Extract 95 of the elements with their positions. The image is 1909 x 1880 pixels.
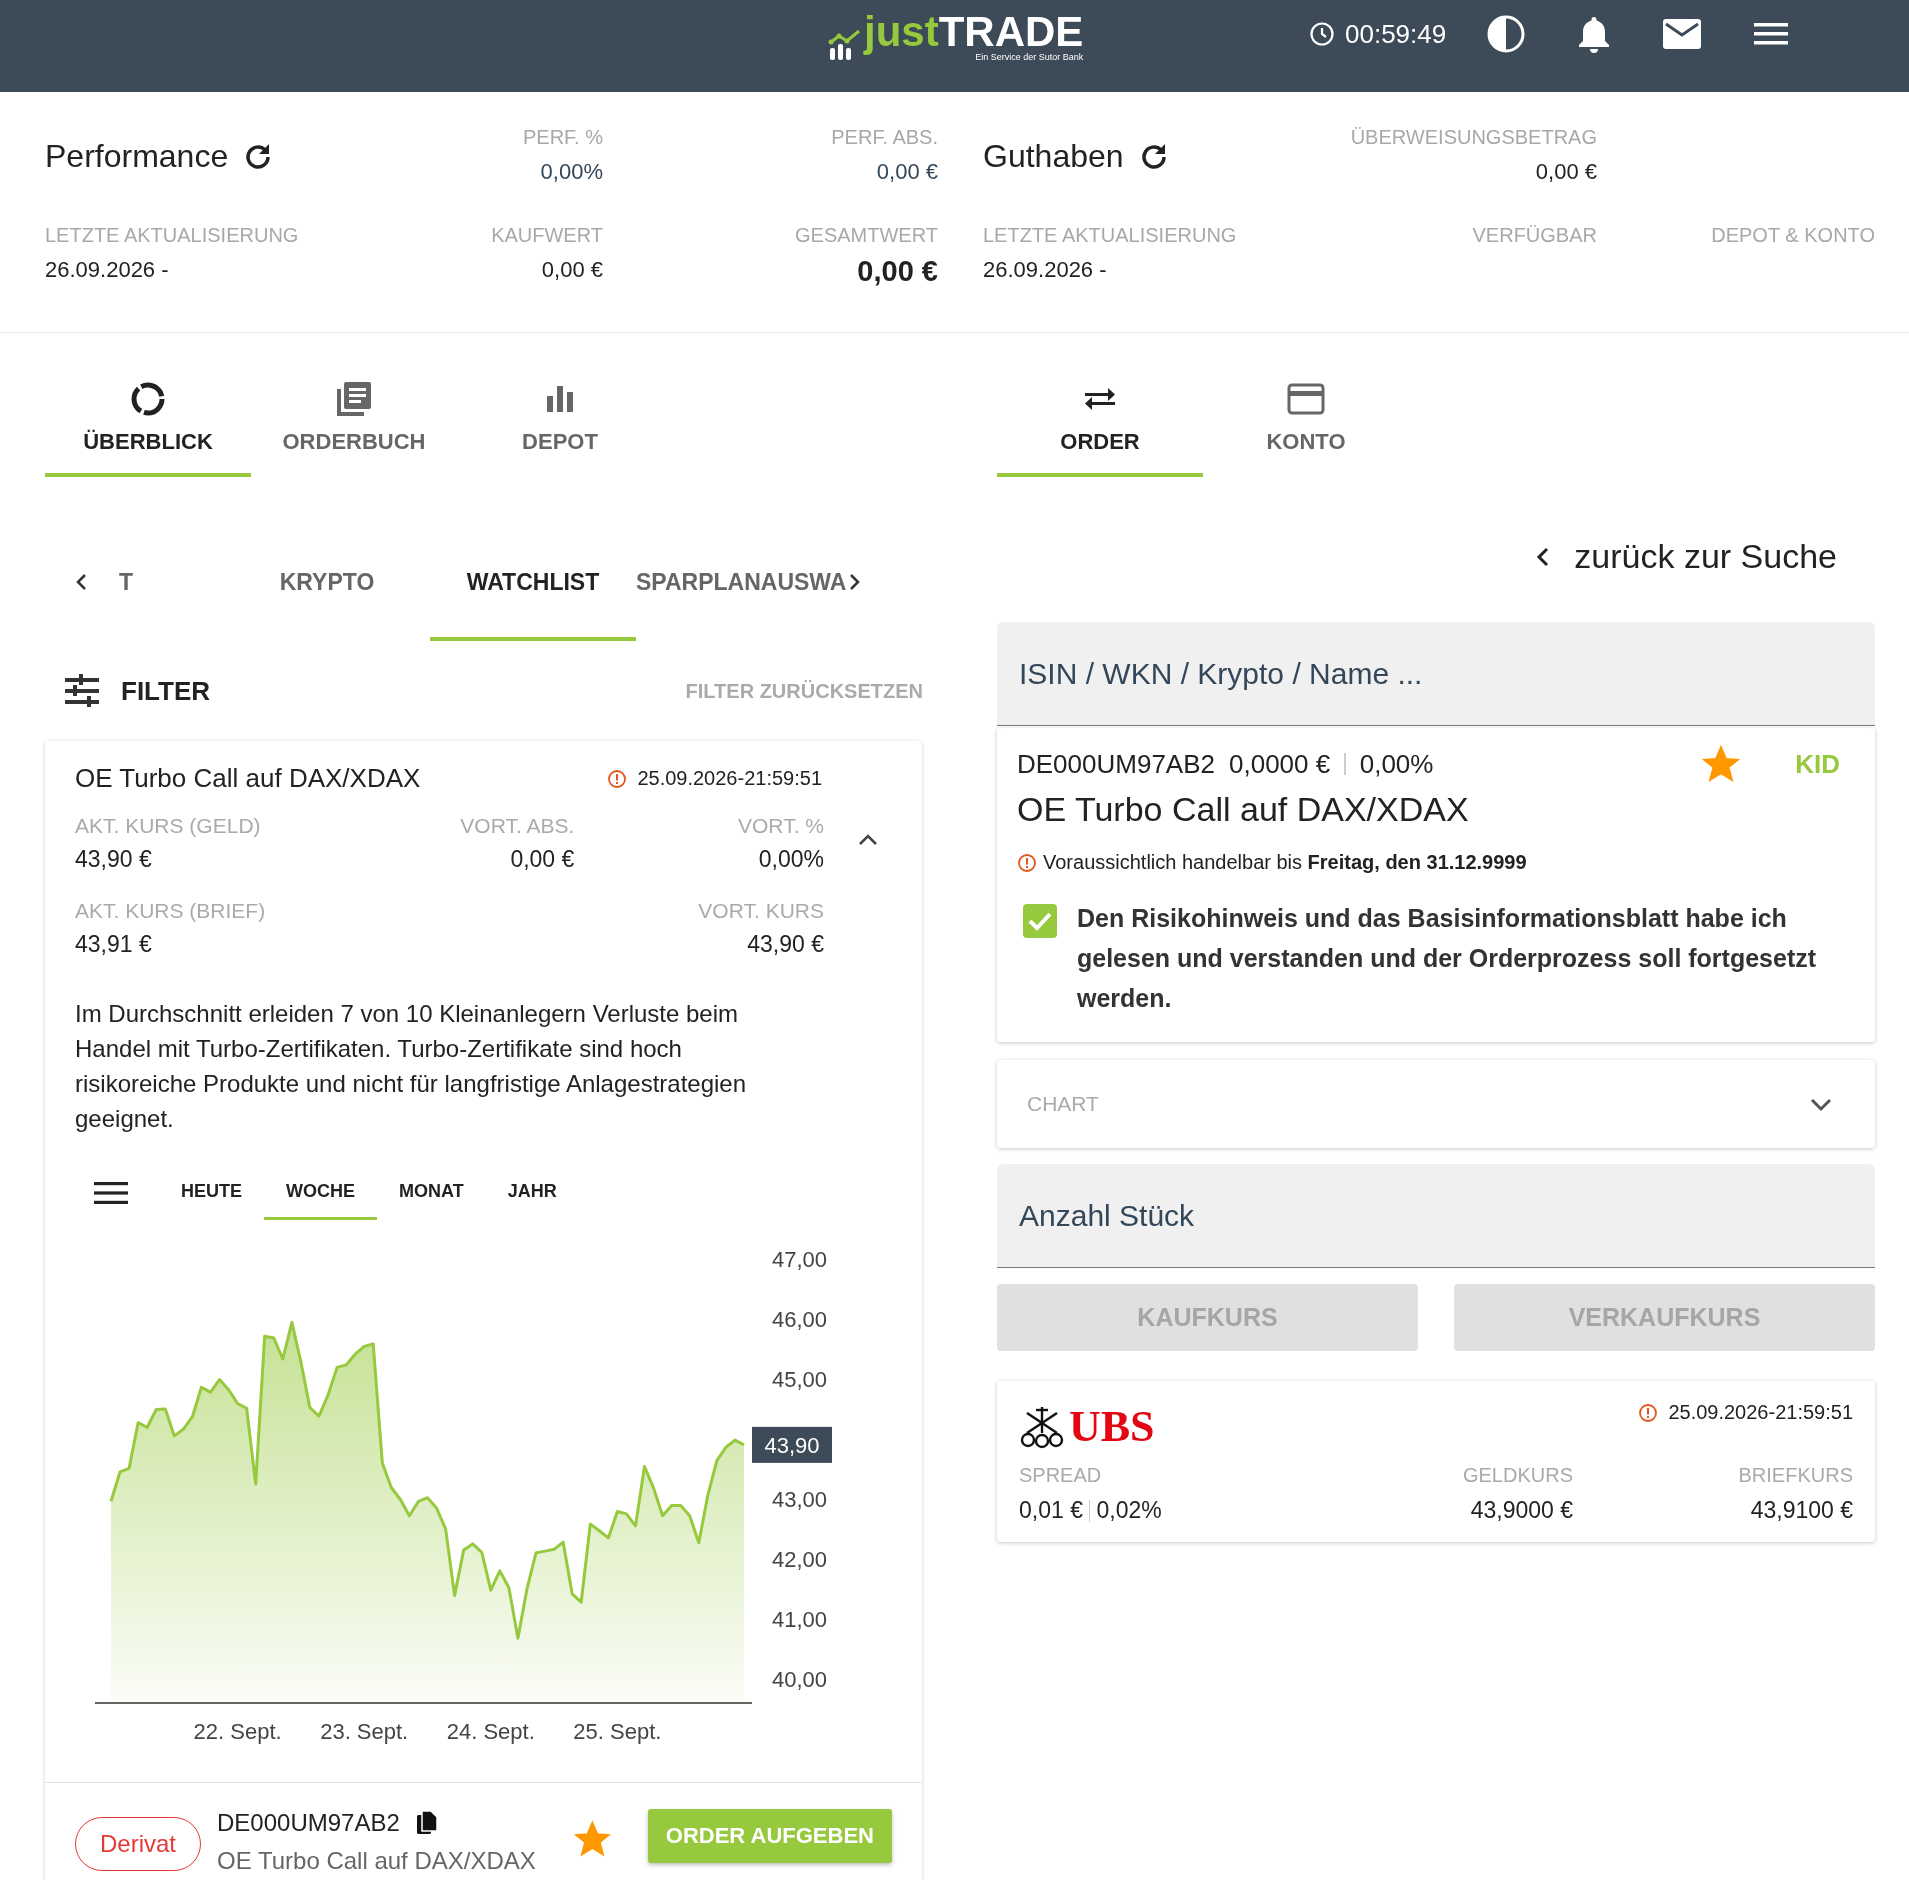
y-tick-label: 42,00 [771, 1547, 827, 1573]
stat-value: 26.09.2026 - [983, 257, 1108, 283]
stat-value: 0,00 € [856, 255, 938, 288]
logo-tagline: Ein Service der Sutor Bank [975, 52, 1084, 62]
stat-value: 26.09.2026 - [45, 257, 170, 283]
change-text: 0,00% [1359, 748, 1434, 780]
stat-value: 43,9100 € [1750, 1497, 1853, 1524]
filter-button[interactable]: FILTER [63, 674, 211, 708]
stat-value: 0,00% [757, 846, 824, 873]
star-icon[interactable] [572, 1819, 612, 1859]
nav-tab[interactable]: ÜBERBLICK [45, 361, 251, 477]
y-tick-label: 46,00 [771, 1307, 827, 1333]
issuer-name: UBS [1069, 1401, 1155, 1452]
stat-value: 43,90 € [75, 846, 153, 873]
alert-icon [607, 768, 628, 789]
category-tab[interactable]: T [94, 523, 224, 641]
stat-label: GESAMTWERT [794, 224, 938, 247]
y-tick-label: 41,00 [771, 1607, 827, 1633]
product-name: OE Turbo Call auf DAX/XDAX [217, 1847, 537, 1875]
y-tick-label: 47,00 [771, 1247, 827, 1272]
stat-label: AKT. KURS (BRIEF) [75, 899, 267, 923]
stat-label: PERF. % [521, 126, 603, 149]
copy-icon[interactable] [415, 1810, 438, 1836]
product-title: OE Turbo Call auf DAX/XDAX [75, 763, 421, 794]
price-marker: 43,90 [752, 1426, 832, 1463]
stat-label: VORT. ABS. [459, 814, 575, 838]
stat-label: KAUFWERT [490, 224, 603, 247]
stat-label: DEPOT & KONTO [1710, 224, 1875, 247]
quantity-field[interactable]: Anzahl Stück [997, 1164, 1875, 1268]
stat-value: 0,00 € [509, 846, 575, 873]
sliders-icon [63, 674, 101, 708]
stat-value: 43,91 € [75, 931, 153, 958]
stat-value: 0,00 € [875, 159, 938, 185]
stat-label: VORT. KURS [697, 899, 824, 923]
mail-icon[interactable] [1662, 17, 1703, 51]
isin-text: DE000UM97AB2 [217, 1809, 400, 1837]
category-tab[interactable]: KRYPTO [224, 523, 430, 641]
stat-label: LETZTE AKTUALISIERUNG [45, 224, 300, 247]
stat-value: 0,00 € [1534, 159, 1597, 185]
isin-text: DE000UM97AB2 [1017, 748, 1215, 780]
section-title: Guthaben [983, 138, 1124, 175]
category-tab[interactable]: WATCHLIST [430, 523, 636, 641]
alert-icon [1638, 1402, 1659, 1423]
nav-tab[interactable]: DEPOT [457, 361, 663, 477]
consent-text: Den Risikohinweis und das Basisinformationsblatt habe ich gelesen und verstanden und der Orderprozess soll fortgesetzt werden. [1077, 903, 1818, 1014]
section-title: Performance [45, 138, 229, 175]
range-tab[interactable]: HEUTE [159, 1166, 264, 1220]
star-icon[interactable] [1701, 744, 1742, 784]
risk-disclaimer: Im Durchschnitt erleiden 7 von 10 Kleinanlegern Verluste beim Handel mit Turbo-Zertifikaten. Turbo-Zertifikate sind hoch risikoreiche Produkte und nicht für langfristige Anlagestrategien geeignet. [75, 999, 748, 1134]
contrast-icon[interactable] [1486, 14, 1527, 54]
stat-value: 43,9000 € [1470, 1497, 1573, 1524]
trading-notice: Voraussichtlich handelbar bis Freitag, den 31.12.9999 [1043, 851, 1527, 874]
timestamp: 25.09.2026-21:59:51 [1668, 1401, 1853, 1424]
stat-label: PERF. ABS. [830, 126, 938, 149]
x-tick-label: 24. Sept. [446, 1719, 535, 1744]
timestamp: 25.09.2026-21:59:51 [637, 767, 822, 790]
x-tick-label: 23. Sept. [320, 1719, 409, 1744]
nav-tab[interactable]: ORDER [997, 361, 1203, 477]
checkbox[interactable] [1023, 904, 1057, 938]
stat-value: 43,90 € [746, 931, 824, 958]
back-to-search-link[interactable]: zurück zur Suche [1532, 537, 1837, 576]
stat-label: VORT. % [737, 814, 824, 838]
stat-label: GELDKURS [1461, 1464, 1573, 1487]
session-timer: 00:59:49 [1345, 18, 1447, 50]
menu-icon[interactable] [93, 1180, 129, 1206]
keys-icon [1019, 1404, 1065, 1449]
range-tab[interactable]: WOCHE [264, 1166, 377, 1220]
accordion-label: CHART [1027, 1092, 1099, 1116]
stat-label: SPREAD [1019, 1464, 1103, 1487]
range-tab[interactable]: MONAT [377, 1166, 486, 1220]
stat-label: ÜBERWEISUNGSBETRAG [1349, 126, 1597, 149]
alert-icon [1017, 852, 1037, 873]
x-tick-label: 25. Sept. [573, 1719, 662, 1744]
product-name: OE Turbo Call auf DAX/XDAX [1017, 790, 1470, 829]
range-tab[interactable]: JAHR [485, 1166, 579, 1220]
stat-label: BRIEFKURS [1737, 1464, 1853, 1487]
stat-value: 0,00 € [540, 257, 603, 283]
nav-tab[interactable]: ORDERBUCH [251, 361, 457, 477]
y-tick-label: 40,00 [771, 1667, 827, 1693]
brand-logo: justTRADE [864, 10, 1084, 54]
y-tick-label: 45,00 [771, 1367, 827, 1393]
search-field[interactable]: ISIN / WKN / Krypto / Name ... [997, 622, 1875, 726]
nav-tab[interactable]: KONTO [1203, 361, 1409, 477]
book-icon [334, 379, 374, 419]
price-text: 0,0000 € [1229, 748, 1331, 780]
stat-value: 0,01 € [1019, 1497, 1083, 1524]
stat-value: 0,02% [1096, 1497, 1162, 1524]
x-tick-label: 22. Sept. [193, 1719, 282, 1744]
stat-value: 0,00% [539, 159, 603, 185]
stat-label: LETZTE AKTUALISIERUNG [983, 224, 1238, 247]
stat-label: VERFÜGBAR [1471, 224, 1597, 247]
y-tick-label: 43,00 [771, 1487, 827, 1513]
stat-label: AKT. KURS (GELD) [75, 814, 262, 838]
clock-icon [1309, 21, 1335, 47]
logo-icon [828, 28, 862, 62]
